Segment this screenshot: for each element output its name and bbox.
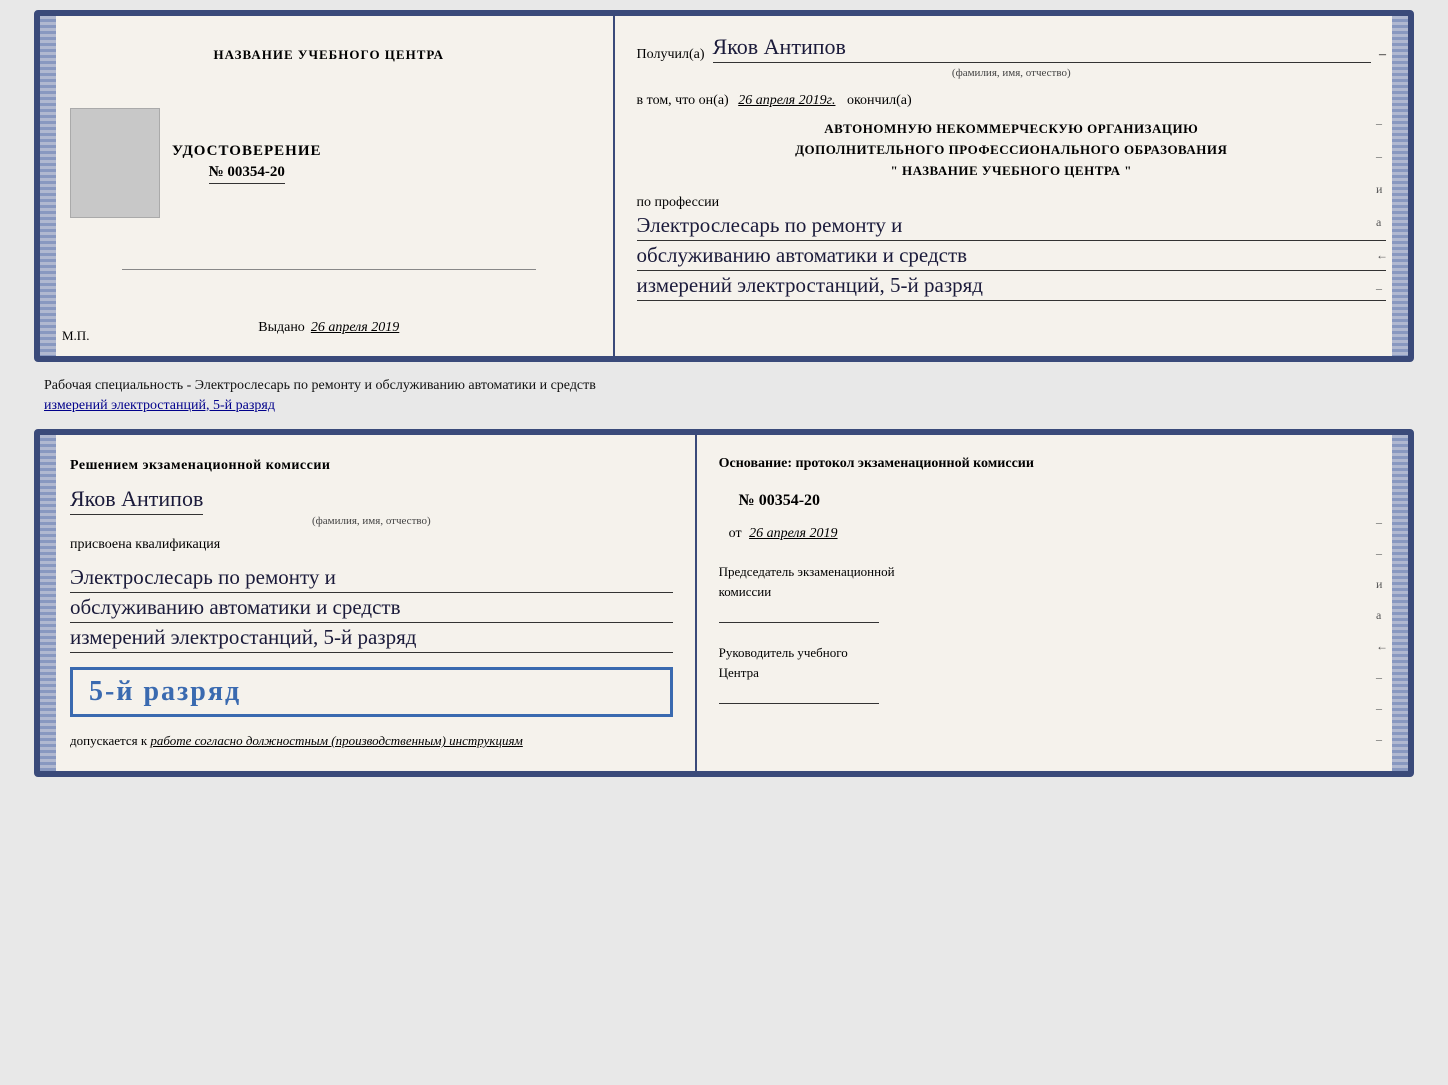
basis-title: Основание: протокол экзаменационной коми… [719,453,1386,474]
recipient-sub: (фамилия, имя, отчество) [637,67,1386,79]
protocol-number: № 00354-20 [739,492,1386,510]
protocol-date-prefix: от [729,526,742,541]
chairman-line2: комиссии [719,582,1386,602]
bottom-spine-left [40,435,56,771]
bottom-booklet-right: Основание: протокол экзаменационной коми… [697,435,1408,771]
chairman-signature [719,605,879,623]
cert-number: № 00354-20 [209,164,285,184]
cert-title: УДОСТОВЕРЕНИЕ [172,143,322,160]
protocol-date-val: 26 апреля 2019 [749,526,837,541]
recipient-label: Получил(а) [637,47,705,63]
mp-text: М.П. [62,328,89,344]
org-line1: АВТОНОМНУЮ НЕКОММЕРЧЕСКУЮ ОРГАНИЗАЦИЮ [637,119,1386,140]
issued-row: Выдано 26 апреля 2019 [258,320,399,336]
center-name-top: НАЗВАНИЕ УЧЕБНОГО ЦЕНТРА [214,46,445,64]
certifies-suffix: окончил(а) [847,93,912,108]
director-line1: Руководитель учебного [719,643,1386,663]
bottom-spine-right [1392,435,1408,771]
cert-block: УДОСТОВЕРЕНИЕ № 00354-20 [172,143,322,184]
profession-line2: обслуживанию автоматики и средств [637,243,1386,271]
qual-line1: Электрослесарь по ремонту и [70,565,673,593]
director-line2: Центра [719,663,1386,683]
decision-name-block: Яков Антипов (фамилия, имя, отчество) [70,486,673,527]
decision-title: Решением экзаменационной комиссии [70,455,673,476]
dash1: – [1379,47,1386,63]
qual-line3: измерений электростанций, 5-й разряд [70,625,673,653]
photo-placeholder [70,108,160,218]
spine-left [40,16,56,356]
admitted-text: допускается к [70,733,147,748]
grade-badge: 5-й разряд [70,667,673,717]
middle-line2: измерений электростанций, 5-й разряд [44,398,275,413]
admitted-italic: работе согласно должностным (производств… [150,733,522,748]
certifies-row: в том, что он(а) 26 апреля 2019г. окончи… [637,93,1386,109]
bottom-booklet: Решением экзаменационной комиссии Яков А… [34,429,1414,777]
top-booklet-left: НАЗВАНИЕ УЧЕБНОГО ЦЕНТРА УДОСТОВЕРЕНИЕ №… [40,16,615,356]
chairman-block: Председатель экзаменационной комиссии [719,562,1386,623]
recipient-name: Яков Антипов [713,34,1371,63]
profession-block: по профессии Электрослесарь по ремонту и… [637,191,1386,301]
document-wrapper: НАЗВАНИЕ УЧЕБНОГО ЦЕНТРА УДОСТОВЕРЕНИЕ №… [34,10,1414,777]
director-signature [719,686,879,704]
org-block: АВТОНОМНУЮ НЕКОММЕРЧЕСКУЮ ОРГАНИЗАЦИЮ ДО… [637,119,1386,181]
decision-name-sub: (фамилия, имя, отчество) [70,515,673,527]
bottom-booklet-left: Решением экзаменационной комиссии Яков А… [40,435,697,771]
top-booklet-right: Получил(а) Яков Антипов – (фамилия, имя,… [615,16,1408,356]
qual-line2: обслуживанию автоматики и средств [70,595,673,623]
decision-name: Яков Антипов [70,486,203,515]
qualification-value-block: Электрослесарь по ремонту и обслуживанию… [70,563,673,653]
middle-line1: Рабочая специальность - Электрослесарь п… [44,378,596,393]
middle-text-block: Рабочая специальность - Электрослесарь п… [34,370,1414,421]
spine-right [1392,16,1408,356]
recipient-row: Получил(а) Яков Антипов – [637,34,1386,63]
profession-label: по профессии [637,195,1386,211]
side-marks-top: – – и а ← – [1376,116,1388,296]
certifies-date: 26 апреля 2019г. [738,93,835,108]
top-booklet: НАЗВАНИЕ УЧЕБНОГО ЦЕНТРА УДОСТОВЕРЕНИЕ №… [34,10,1414,362]
qualification-label: присвоена квалификация [70,537,673,553]
director-block: Руководитель учебного Центра [719,643,1386,704]
admitted-row: допускается к работе согласно должностны… [70,731,673,751]
protocol-date-row: от 26 апреля 2019 [729,526,1386,542]
chairman-line1: Председатель экзаменационной [719,562,1386,582]
issued-label: Выдано [258,320,305,336]
profession-line1: Электрослесарь по ремонту и [637,213,1386,241]
certifies-prefix: в том, что он(а) [637,93,729,108]
org-line3: " НАЗВАНИЕ УЧЕБНОГО ЦЕНТРА " [637,161,1386,182]
profession-line3: измерений электростанций, 5-й разряд [637,273,1386,301]
issued-date: 26 апреля 2019 [311,320,399,336]
org-line2: ДОПОЛНИТЕЛЬНОГО ПРОФЕССИОНАЛЬНОГО ОБРАЗО… [637,140,1386,161]
side-marks-bottom-right: – – и а ← – – – [1376,515,1388,747]
